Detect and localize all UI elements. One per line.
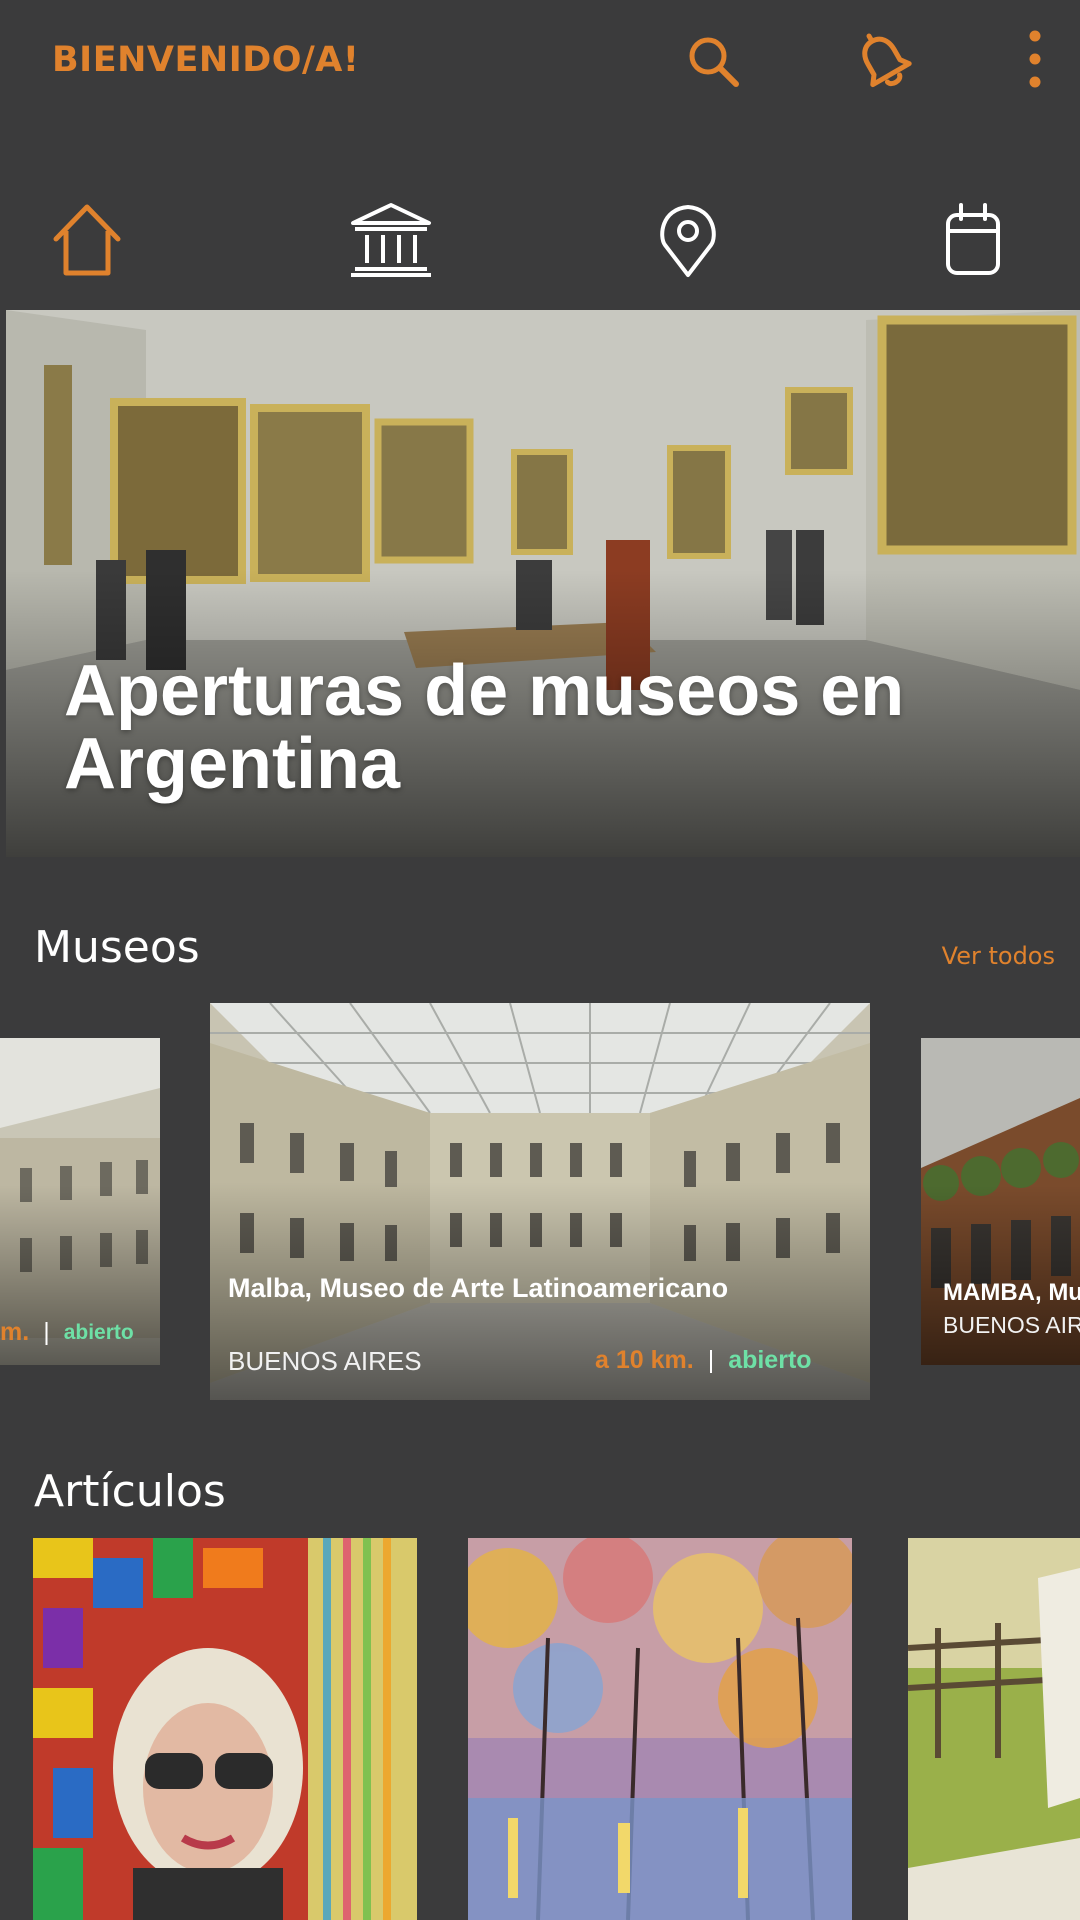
museum-distance: a 10 km. bbox=[595, 1346, 694, 1374]
article-card[interactable] bbox=[908, 1538, 1080, 1920]
museum-name: MAMBA, Mu bbox=[943, 1279, 1080, 1306]
museum-card-meta: a 10 km. | abierto bbox=[595, 1346, 812, 1375]
meta-separator: | bbox=[707, 1346, 715, 1374]
calendar-icon[interactable] bbox=[928, 195, 1018, 285]
museum-status: abierto bbox=[728, 1346, 812, 1374]
museum-name: Malba, Museo de Arte Latinoamericano bbox=[228, 1273, 729, 1303]
museum-city: BUENOS AIR bbox=[943, 1312, 1080, 1338]
article-image bbox=[908, 1538, 1080, 1920]
articles-section-title: Artículos bbox=[34, 1466, 226, 1517]
app-screen: BIENVENIDO/A! Aperturas de museos en Arg… bbox=[0, 0, 1080, 1920]
museum-distance: m. bbox=[0, 1318, 30, 1346]
map-pin-icon[interactable] bbox=[643, 195, 733, 285]
article-image bbox=[468, 1538, 852, 1920]
bell-icon[interactable] bbox=[852, 30, 916, 94]
museum-city: BUENOS AIRES bbox=[228, 1346, 422, 1376]
search-icon[interactable] bbox=[682, 30, 746, 94]
article-card[interactable] bbox=[468, 1538, 852, 1920]
museum-icon[interactable] bbox=[345, 195, 437, 285]
top-app-bar: BIENVENIDO/A! bbox=[0, 0, 1080, 130]
museum-card[interactable]: m. | abierto bbox=[0, 1038, 160, 1365]
main-nav-bar bbox=[0, 195, 1080, 295]
article-card[interactable] bbox=[33, 1538, 417, 1920]
museums-section-title: Museos bbox=[34, 922, 200, 973]
meta-separator: | bbox=[43, 1318, 50, 1346]
museum-status: abierto bbox=[63, 1320, 134, 1344]
hero-banner[interactable]: Aperturas de museos en Argentina bbox=[6, 310, 1080, 857]
home-icon[interactable] bbox=[42, 195, 132, 285]
article-image bbox=[33, 1538, 417, 1920]
hero-title: Aperturas de museos en Argentina bbox=[64, 651, 905, 804]
museums-see-all-link[interactable]: Ver todos bbox=[942, 942, 1055, 970]
museum-card[interactable]: Malba, Museo de Arte Latinoamericano BUE… bbox=[210, 1003, 870, 1400]
app-title: BIENVENIDO/A! bbox=[52, 40, 360, 80]
museum-card-meta: m. | abierto bbox=[0, 1318, 134, 1347]
museum-card[interactable]: MAMBA, Mu BUENOS AIR bbox=[921, 1038, 1080, 1365]
more-vert-icon[interactable] bbox=[1005, 30, 1065, 94]
